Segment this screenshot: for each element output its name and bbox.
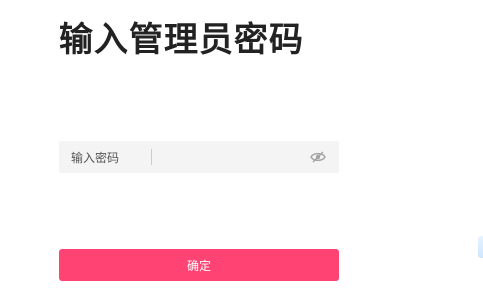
password-label: 输入密码 xyxy=(71,150,120,165)
confirm-button[interactable]: 确定 xyxy=(59,249,339,281)
field-divider xyxy=(151,149,152,165)
password-input[interactable] xyxy=(158,142,309,172)
admin-password-page: 输入管理员密码 输入密码 确定 xyxy=(0,0,483,293)
page-title: 输入管理员密码 xyxy=(59,20,304,60)
password-field: 输入密码 xyxy=(59,141,339,173)
eye-slash-icon xyxy=(310,151,326,163)
edge-decoration xyxy=(478,236,483,258)
toggle-visibility-button[interactable] xyxy=(309,148,327,166)
